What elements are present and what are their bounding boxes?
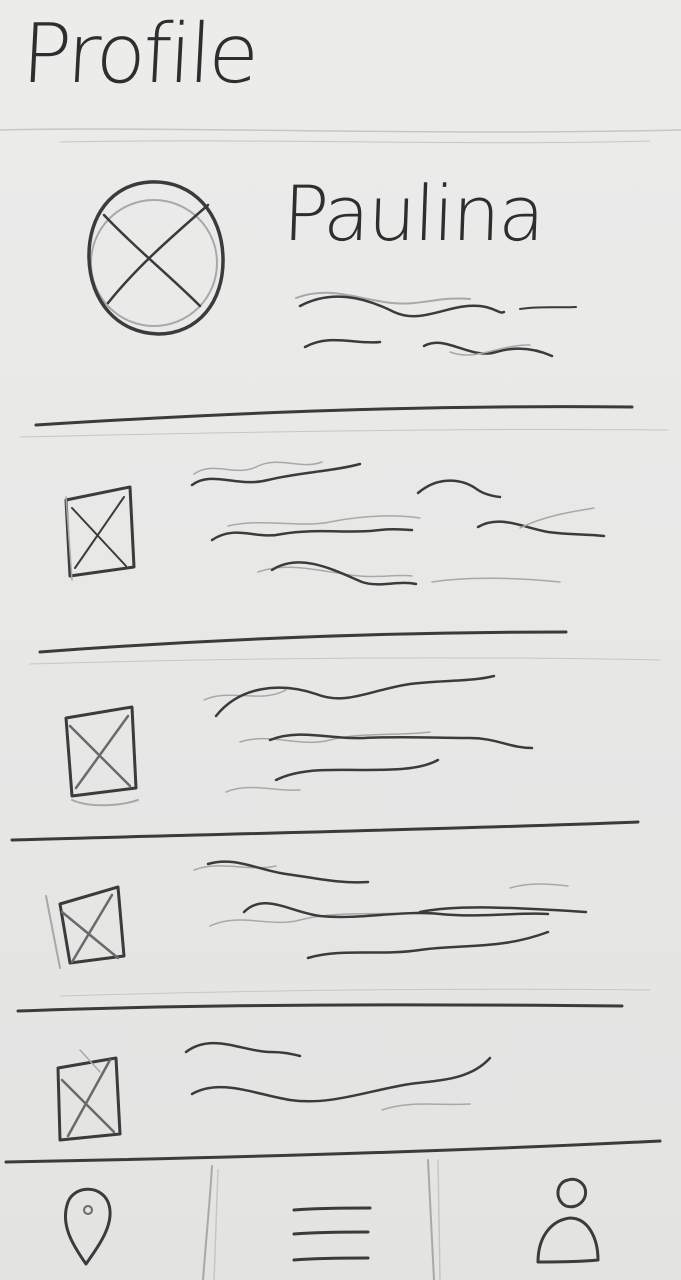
list-item[interactable] bbox=[20, 662, 660, 832]
header-divider-faint bbox=[59, 140, 651, 144]
list-item[interactable] bbox=[20, 1016, 660, 1146]
section-divider bbox=[34, 405, 634, 427]
section-divider bbox=[16, 1003, 624, 1013]
list-item[interactable] bbox=[20, 440, 660, 640]
tab-location[interactable] bbox=[0, 1166, 210, 1280]
profile-bio-scribble bbox=[295, 291, 577, 358]
profile-screen: Profile Paulina bbox=[0, 0, 681, 1280]
avatar[interactable] bbox=[87, 180, 225, 336]
tab-menu[interactable] bbox=[212, 1166, 432, 1280]
page-title: Profile bbox=[19, 7, 259, 102]
tab-profile[interactable] bbox=[434, 1166, 681, 1280]
header-divider bbox=[0, 128, 681, 133]
list-item[interactable] bbox=[20, 846, 660, 996]
profile-name: Paulina bbox=[281, 169, 545, 258]
